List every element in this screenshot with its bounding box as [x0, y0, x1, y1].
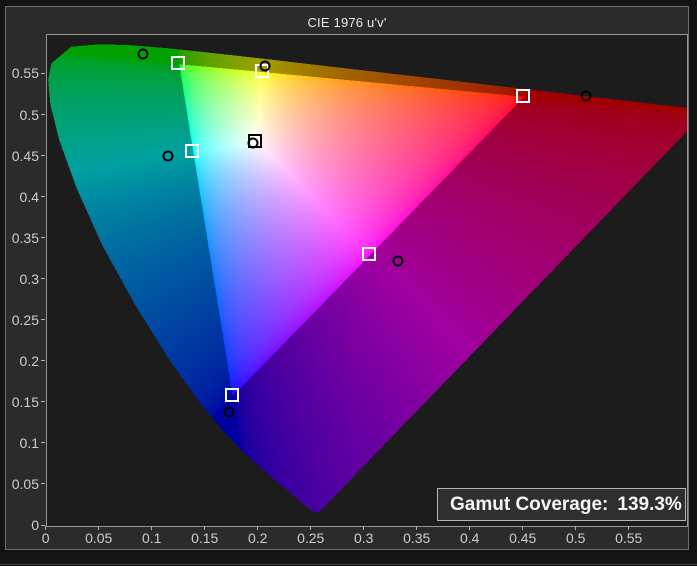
window-bottom-edge	[0, 564, 697, 565]
y-tick-label: 0.1	[19, 434, 39, 451]
y-axis-tick	[41, 114, 45, 115]
y-axis-tick	[41, 237, 45, 239]
chart-panel: CIE 1976 u'v'	[5, 6, 689, 550]
gamut-coverage-label: Gamut Coverage:	[450, 493, 609, 515]
y-axis-tick	[41, 155, 45, 157]
x-tick-label: 0.3	[353, 530, 374, 546]
y-axis-tick	[41, 319, 45, 321]
y-tick-label: 0.2	[19, 352, 39, 369]
chart-title: CIE 1976 u'v'	[307, 15, 387, 30]
y-tick-label: 0.3	[19, 270, 39, 287]
y-axis-tick	[41, 524, 45, 526]
x-tick-label: 0.25	[297, 530, 325, 546]
gamut-coverage-box: Gamut Coverage: 139.3%	[437, 488, 686, 521]
y-tick-label: 0.15	[11, 393, 39, 410]
y-axis-tick	[41, 401, 45, 403]
plot-area	[46, 34, 688, 527]
x-tick-label: 0.35	[403, 530, 431, 546]
y-axis-tick	[41, 72, 45, 74]
x-tick-label: 0.45	[509, 530, 537, 546]
x-tick-label: 0	[41, 530, 50, 546]
y-axis-tick	[41, 442, 45, 444]
x-tick-label: 0.5	[565, 530, 586, 546]
y-tick-label: 0.35	[11, 229, 39, 246]
y-tick-label: 0.25	[11, 311, 39, 328]
x-tick-label: 0.15	[191, 530, 219, 546]
x-tick-label: 0.4	[459, 530, 480, 546]
y-tick-label: 0	[31, 517, 39, 533]
y-axis-tick	[41, 196, 45, 198]
y-axis-tick	[41, 360, 45, 362]
y-tick-label: 0.55	[11, 65, 39, 82]
y-tick-label: 0.05	[11, 475, 39, 492]
y-tick-label: 0.45	[11, 147, 39, 164]
chromaticity-canvas	[47, 35, 687, 526]
y-axis-tick	[41, 278, 45, 280]
x-tick-label: 0.2	[247, 530, 268, 546]
x-tick-label: 0.1	[141, 530, 162, 546]
y-tick-label: 0.5	[19, 106, 39, 123]
gamut-coverage-value: 139.3%	[617, 493, 682, 515]
x-tick-label: 0.55	[615, 530, 643, 546]
y-axis-tick	[41, 483, 45, 485]
y-tick-label: 0.4	[19, 188, 39, 205]
x-tick-label: 0.05	[85, 530, 113, 546]
